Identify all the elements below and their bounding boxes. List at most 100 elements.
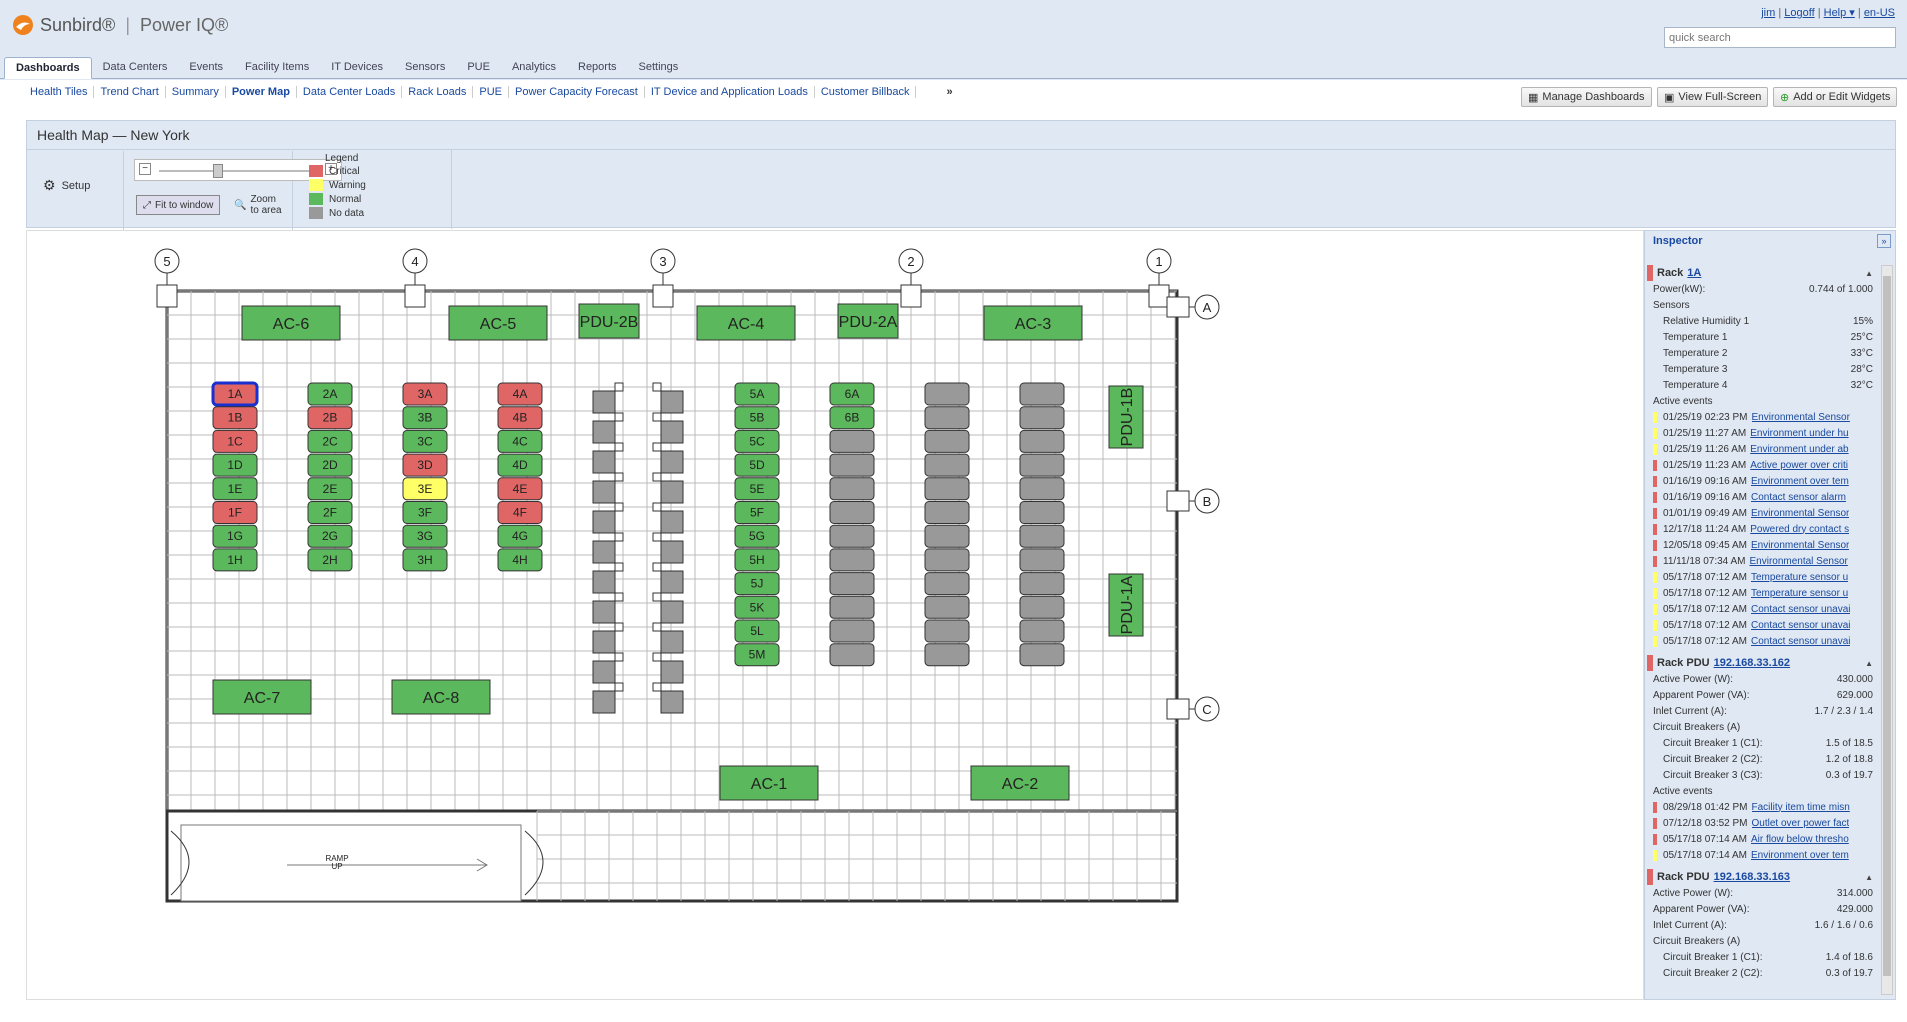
- rack-label-4c[interactable]: 4C: [512, 434, 528, 448]
- subnav-it-device-and-application-loads[interactable]: IT Device and Application Loads: [645, 86, 815, 98]
- unit-label-ac-3[interactable]: AC-3: [1015, 316, 1052, 333]
- rack-label-5b[interactable]: 5B: [750, 411, 765, 425]
- rack-nodata[interactable]: [924, 477, 970, 501]
- event-link[interactable]: Environmental Sensor: [1749, 556, 1847, 567]
- unit-label-ac-2[interactable]: AC-2: [1002, 776, 1039, 793]
- rack-label-2f[interactable]: 2F: [323, 506, 337, 520]
- rack-label-3f[interactable]: 3F: [418, 506, 432, 520]
- help-link[interactable]: Help ▾: [1824, 7, 1855, 19]
- rack-empty[interactable]: [829, 524, 875, 548]
- rack-nodata[interactable]: [1019, 595, 1065, 619]
- event-link[interactable]: Environmental Sensor: [1751, 540, 1849, 551]
- event-link[interactable]: Contact sensor unavai: [1751, 636, 1851, 647]
- user-link[interactable]: jim: [1761, 7, 1775, 19]
- event-link[interactable]: Environment over tem: [1751, 476, 1849, 487]
- subnav-power-capacity-forecast[interactable]: Power Capacity Forecast: [509, 86, 645, 98]
- unit-label-pdu-1b[interactable]: PDU-1B: [1119, 388, 1136, 447]
- rack-label-5h[interactable]: 5H: [749, 553, 764, 567]
- collapse-icon[interactable]: ▲: [1865, 659, 1873, 668]
- rack-section-header[interactable]: Rack 1A ▲: [1647, 265, 1881, 281]
- rack-label-3d[interactable]: 3D: [417, 458, 433, 472]
- rack-label-5a[interactable]: 5A: [750, 387, 765, 401]
- event-link[interactable]: Environment under ab: [1750, 444, 1848, 455]
- rack-nodata[interactable]: [924, 429, 970, 453]
- rack-tile[interactable]: [660, 660, 684, 684]
- rack-nodata[interactable]: [1019, 429, 1065, 453]
- rack-nodata[interactable]: [924, 406, 970, 430]
- rack-tile[interactable]: [592, 690, 616, 714]
- rack-label-5g[interactable]: 5G: [749, 529, 765, 543]
- zoom-to-area-button[interactable]: 🔍 Zoom to area: [228, 194, 292, 216]
- rack-label-5k[interactable]: 5K: [750, 600, 765, 614]
- event-link[interactable]: Environmental Sensor: [1752, 412, 1850, 423]
- subnav-trend-chart[interactable]: Trend Chart: [94, 86, 166, 98]
- rack-section-header-link[interactable]: 1A: [1687, 267, 1701, 279]
- rack-label-5l[interactable]: 5L: [750, 624, 764, 638]
- logoff-link[interactable]: Logoff: [1784, 7, 1814, 19]
- fit-to-window-button[interactable]: ⤢ Fit to window: [136, 195, 221, 215]
- tab-analytics[interactable]: Analytics: [501, 57, 567, 79]
- rack-label-3a[interactable]: 3A: [418, 387, 433, 401]
- unit-label-pdu-2b[interactable]: PDU-2B: [580, 314, 639, 331]
- tab-data-centers[interactable]: Data Centers: [92, 57, 179, 79]
- rack-label-4e[interactable]: 4E: [513, 482, 528, 496]
- rack-label-5d[interactable]: 5D: [749, 458, 765, 472]
- event-link[interactable]: Active power over criti: [1750, 460, 1848, 471]
- unit-label-ac-4[interactable]: AC-4: [728, 316, 765, 333]
- rack-tile[interactable]: [592, 390, 616, 414]
- tab-events[interactable]: Events: [178, 57, 234, 79]
- rack-label-5e[interactable]: 5E: [750, 482, 765, 496]
- tab-reports[interactable]: Reports: [567, 57, 628, 79]
- rack-tile[interactable]: [592, 420, 616, 444]
- rack-nodata[interactable]: [924, 548, 970, 572]
- rack-empty[interactable]: [829, 429, 875, 453]
- rack-tile[interactable]: [660, 690, 684, 714]
- zoom-handle[interactable]: [213, 164, 223, 178]
- locale-link[interactable]: en-US: [1864, 7, 1895, 19]
- rack-empty[interactable]: [829, 572, 875, 596]
- rack-tile[interactable]: [660, 450, 684, 474]
- rack-label-1b[interactable]: 1B: [228, 411, 243, 425]
- rack-label-2h[interactable]: 2H: [322, 553, 337, 567]
- event-link[interactable]: Contact sensor unavai: [1751, 604, 1851, 615]
- unit-label-ac-7[interactable]: AC-7: [244, 690, 281, 707]
- floor-plan-svg[interactable]: RAMPUP5 4 3 2 1ABCAC-6 AC-5 PDU-2B AC-4 PDU-2A AC…: [27, 231, 1644, 1000]
- subnav-power-map[interactable]: Power Map: [226, 86, 297, 98]
- rack-nodata[interactable]: [1019, 477, 1065, 501]
- unit-label-ac-8[interactable]: AC-8: [423, 690, 460, 707]
- event-link[interactable]: Outlet over power fact: [1752, 818, 1850, 829]
- rack-label-5f[interactable]: 5F: [750, 506, 764, 520]
- rack-nodata[interactable]: [1019, 524, 1065, 548]
- zoom-out-icon[interactable]: −: [139, 163, 151, 175]
- rack-label-1g[interactable]: 1G: [227, 529, 243, 543]
- rack-nodata[interactable]: [1019, 453, 1065, 477]
- event-link[interactable]: Air flow below thresho: [1751, 834, 1849, 845]
- tab-settings[interactable]: Settings: [628, 57, 690, 79]
- collapse-inspector-icon[interactable]: »: [1877, 234, 1891, 248]
- rack-nodata[interactable]: [1019, 548, 1065, 572]
- subnav-more-icon[interactable]: »: [946, 86, 952, 98]
- rack-label-3e[interactable]: 3E: [418, 482, 433, 496]
- rack-nodata[interactable]: [924, 595, 970, 619]
- rack-tile[interactable]: [660, 510, 684, 534]
- unit-label-ac-6[interactable]: AC-6: [273, 316, 310, 333]
- rack-label-2g[interactable]: 2G: [322, 529, 338, 543]
- rack-label-4d[interactable]: 4D: [512, 458, 528, 472]
- pdu-section-header[interactable]: Rack PDU 192.168.33.162 ▲: [1647, 655, 1881, 671]
- rack-label-4f[interactable]: 4F: [513, 506, 527, 520]
- subnav-data-center-loads[interactable]: Data Center Loads: [297, 86, 403, 98]
- rack-label-2d[interactable]: 2D: [322, 458, 338, 472]
- rack-nodata[interactable]: [924, 501, 970, 524]
- subnav-health-tiles[interactable]: Health Tiles: [24, 86, 95, 98]
- event-link[interactable]: Powered dry contact s: [1750, 524, 1849, 535]
- rack-label-1e[interactable]: 1E: [228, 482, 243, 496]
- subnav-customer-billback[interactable]: Customer Billback: [815, 86, 917, 98]
- rack-tile[interactable]: [592, 510, 616, 534]
- rack-empty[interactable]: [829, 501, 875, 524]
- rack-tile[interactable]: [592, 450, 616, 474]
- rack-label-3c[interactable]: 3C: [417, 434, 433, 448]
- event-link[interactable]: Facility item time misn: [1752, 802, 1850, 813]
- rack-label-1a[interactable]: 1A: [228, 387, 243, 401]
- rack-tile[interactable]: [592, 600, 616, 624]
- unit-label-ac-5[interactable]: AC-5: [480, 316, 517, 333]
